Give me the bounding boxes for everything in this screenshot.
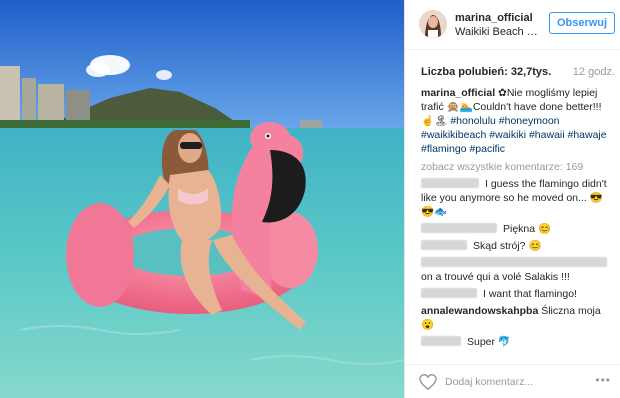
comment-item: annalewandowskahpba Śliczna moja 😮 [421,304,615,332]
caption-username[interactable]: marina_official [421,87,495,99]
caption: marina_official ✿Nie mogliśmy lepiej tra… [421,86,615,156]
caption-hashtags[interactable]: #honolulu #honeymoon #waikikibeach #waik… [421,115,607,155]
comment-text: on a trouvé qui a volé Salakis !!! [421,271,570,283]
follow-button[interactable]: Obserwuj [549,12,615,34]
post-footer: Dodaj komentarz... ••• [405,364,620,398]
comment-text: Skąd strój? 😊 [473,240,542,252]
post-username[interactable]: marina_official [455,12,533,24]
heart-icon[interactable] [419,374,437,390]
comment-text: Super 🐬 [467,336,512,348]
comment-text: I want that flamingo! [483,288,577,300]
likes-count[interactable]: Liczba polubień: 32,7tys. [421,66,551,78]
post-side-panel: marina_official Waikiki Beach H... Obser… [404,0,620,398]
comment-item: Piękna 😊 [421,222,615,236]
post-photo[interactable] [0,0,404,398]
comment-item: I guess the flamingo didn't like you any… [421,177,615,219]
blurred-username [421,288,477,298]
post-header: marina_official Waikiki Beach H... Obser… [405,0,620,50]
post-location[interactable]: Waikiki Beach H... [455,26,539,38]
comment-item: Skąd strój? 😊 [421,239,615,253]
comment-item: Super 🐬 [421,335,615,349]
comment-username[interactable]: annalewandowskahpba [421,305,538,317]
comment-item: I want that flamingo! [421,287,615,301]
comments-list: marina_official ✿Nie mogliśmy lepiej tra… [421,86,615,349]
more-options-icon[interactable]: ••• [595,373,611,387]
comment-item: on a trouvé qui a volé Salakis !!! [421,256,615,284]
blurred-username [421,223,497,233]
comment-text: Piękna 😊 [503,223,552,235]
blurred-username [421,178,479,188]
likes-row: Liczba polubień: 32,7tys. 12 godz. [421,66,615,78]
view-all-comments-link[interactable]: zobacz wszystkie komentarze: 169 [421,160,615,174]
blurred-username [421,240,467,250]
blurred-username [421,257,607,267]
avatar-image [419,10,447,38]
blurred-username [421,336,461,346]
beach-flamingo-photo [0,0,404,398]
avatar[interactable] [419,10,447,38]
add-comment-input[interactable]: Dodaj komentarz... [445,376,533,388]
post-timestamp[interactable]: 12 godz. [573,66,615,78]
